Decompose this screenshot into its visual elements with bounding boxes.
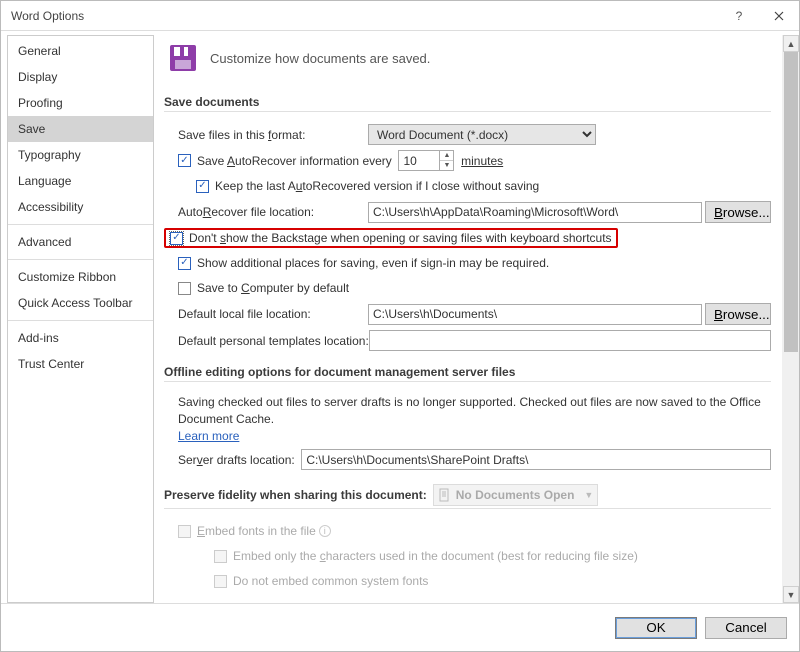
save-floppy-icon <box>168 43 198 73</box>
label-embed-fonts: EEmbed fonts in the filembed fonts in th… <box>197 524 316 538</box>
options-panel: Customize how documents are saved. Save … <box>154 31 799 603</box>
row-embed-fonts: ✓ EEmbed fonts in the filembed fonts in … <box>164 521 771 541</box>
sidebar-item-advanced[interactable]: Advanced <box>8 229 153 255</box>
checkbox-autorecover[interactable]: ✓ <box>178 154 191 167</box>
highlight-dont-show-backstage: ✓ Don't show the Backstage when opening … <box>164 228 618 248</box>
row-no-embed-common: ✓ Do not embed common system fonts <box>164 571 771 591</box>
combo-preserve-document[interactable]: No Documents Open ▼ <box>433 484 599 506</box>
label-autorecover: Save AutoRecover information every <box>197 154 392 168</box>
document-icon <box>438 488 452 502</box>
row-server-drafts-location: Server drafts location: <box>164 449 771 470</box>
title-bar: Word Options ? <box>1 1 799 31</box>
label-default-templates-location: Default personal templates location: <box>178 334 369 348</box>
sidebar-divider <box>8 224 153 225</box>
spin-buttons[interactable]: ▲▼ <box>439 151 453 170</box>
checkbox-embed-fonts: ✓ <box>178 525 191 538</box>
input-server-drafts-location[interactable] <box>301 449 771 470</box>
window-title: Word Options <box>11 9 719 23</box>
browse-autorecover-button[interactable]: BBrowse...rowse... <box>705 201 771 223</box>
dialog-footer: OK Cancel <box>1 603 799 651</box>
close-icon <box>774 11 784 21</box>
row-autorecover-toggle: ✓ Save AutoRecover information every ▲▼ … <box>164 150 771 171</box>
sidebar-item-quick-access-toolbar[interactable]: Quick Access Toolbar <box>8 290 153 316</box>
select-save-format[interactable]: Word Document (*.docx) <box>368 124 596 145</box>
scroll-thumb[interactable] <box>784 52 798 352</box>
input-default-local-location[interactable] <box>368 304 702 325</box>
input-default-templates-location[interactable] <box>369 330 771 351</box>
row-autorecover-location: AutoRecover file location: BBrowse...row… <box>164 201 771 223</box>
vertical-scrollbar[interactable]: ▲ ▼ <box>782 35 799 603</box>
page-header: Customize how documents are saved. <box>164 39 771 81</box>
label-no-embed-common: Do not embed common system fonts <box>233 574 428 588</box>
section-save-documents: Save documents <box>164 95 771 112</box>
section-offline-editing: Offline editing options for document man… <box>164 365 771 382</box>
sidebar-item-trust-center[interactable]: Trust Center <box>8 351 153 377</box>
checkbox-show-additional-places[interactable]: ✓ <box>178 257 191 270</box>
row-dont-show-backstage: ✓ Don't show the Backstage when opening … <box>164 228 771 248</box>
checkbox-save-to-computer[interactable]: ✓ <box>178 282 191 295</box>
checkbox-dont-show-backstage[interactable]: ✓ <box>170 232 183 245</box>
label-save-to-computer: Save to Computer by default <box>197 281 349 295</box>
chevron-down-icon: ▼ <box>584 490 593 500</box>
sidebar-item-general[interactable]: General <box>8 38 153 64</box>
sidebar-item-save[interactable]: Save <box>8 116 153 142</box>
sidebar-item-language[interactable]: Language <box>8 168 153 194</box>
info-icon: i <box>319 525 331 537</box>
row-default-local-location: Default local file location: Browse... <box>164 303 771 325</box>
options-content: Customize how documents are saved. Save … <box>164 39 793 603</box>
row-keep-last: ✓ Keep the last AutoRecovered version if… <box>164 176 771 196</box>
label-default-local-location: Default local file location: <box>178 307 368 321</box>
label-server-drafts-location: Server drafts location: <box>178 453 298 467</box>
sidebar-divider <box>8 259 153 260</box>
dialog-body: General Display Proofing Save Typography… <box>1 31 799 603</box>
label-keep-last: Keep the last AutoRecovered version if I… <box>215 179 539 193</box>
label-save-format: Save files in this format: <box>178 128 368 142</box>
label-minutes: minutes <box>461 154 503 168</box>
learn-more-link[interactable]: Learn more <box>178 429 239 443</box>
category-sidebar: General Display Proofing Save Typography… <box>7 35 154 603</box>
row-save-to-computer: ✓ Save to Computer by default <box>164 278 771 298</box>
sidebar-item-proofing[interactable]: Proofing <box>8 90 153 116</box>
ok-button[interactable]: OK <box>615 617 697 639</box>
scroll-down-button[interactable]: ▼ <box>783 586 799 603</box>
cancel-button[interactable]: Cancel <box>705 617 787 639</box>
label-embed-characters: Embed only the characters used in the do… <box>233 549 638 563</box>
input-autorecover-minutes[interactable] <box>399 151 439 170</box>
sidebar-divider <box>8 320 153 321</box>
label-show-additional-places: Show additional places for saving, even … <box>197 256 549 270</box>
scroll-up-button[interactable]: ▲ <box>783 35 799 52</box>
sidebar-item-accessibility[interactable]: Accessibility <box>8 194 153 220</box>
checkbox-embed-characters: ✓ <box>214 550 227 563</box>
input-autorecover-location[interactable] <box>368 202 702 223</box>
row-embed-characters: ✓ Embed only the characters used in the … <box>164 546 771 566</box>
checkbox-no-embed-common: ✓ <box>214 575 227 588</box>
browse-default-local-button[interactable]: Browse... <box>705 303 771 325</box>
sidebar-item-display[interactable]: Display <box>8 64 153 90</box>
checkbox-keep-last[interactable]: ✓ <box>196 180 209 193</box>
row-save-format: Save files in this format: Word Document… <box>164 124 771 145</box>
label-autorecover-location: AutoRecover file location: <box>178 205 368 219</box>
scroll-track[interactable] <box>783 52 799 586</box>
page-header-text: Customize how documents are saved. <box>210 51 430 66</box>
section-preserve-fidelity: Preserve fidelity when sharing this docu… <box>164 484 771 509</box>
label-dont-show-backstage: Don't show the Backstage when opening or… <box>189 231 612 245</box>
help-button[interactable]: ? <box>719 1 759 31</box>
row-default-templates-location: Default personal templates location: <box>164 330 771 351</box>
sidebar-item-add-ins[interactable]: Add-ins <box>8 325 153 351</box>
spin-autorecover-minutes[interactable]: ▲▼ <box>398 150 454 171</box>
sidebar-item-customize-ribbon[interactable]: Customize Ribbon <box>8 264 153 290</box>
sidebar-item-typography[interactable]: Typography <box>8 142 153 168</box>
close-button[interactable] <box>759 1 799 31</box>
row-show-additional-places: ✓ Show additional places for saving, eve… <box>164 253 771 273</box>
offline-notice: Saving checked out files to server draft… <box>164 394 771 444</box>
